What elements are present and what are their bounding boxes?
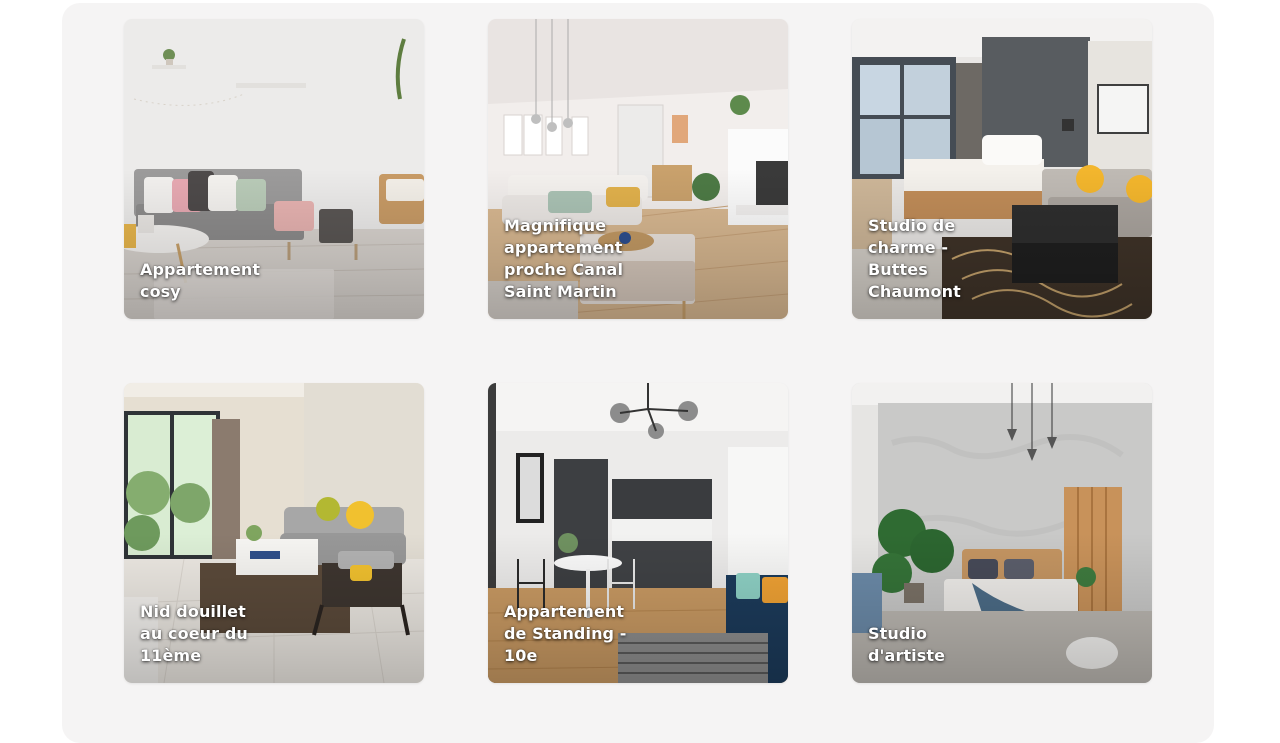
listing-title: Magnifique appartement proche Canal Sain… [504,216,624,301]
listing-title: Studio de charme - Buttes Chaumont [868,216,961,301]
listing-card-2[interactable]: Magnifique appartement proche Canal Sain… [488,19,788,319]
listing-card-6[interactable]: Studio d'artiste [852,383,1152,683]
listing-title: Appartement de Standing - 10e [504,602,627,665]
listings-grid: Appartement cosy Magnifique appartement … [124,19,1152,683]
listing-title: Studio d'artiste [868,624,946,665]
listing-card-4[interactable]: Nid douillet au coeur du 11ème [124,383,424,683]
listing-card-3[interactable]: Studio de charme - Buttes Chaumont [852,19,1152,319]
listing-title: Appartement cosy [140,260,261,301]
listing-title: Nid douillet au coeur du 11ème [140,602,248,665]
listing-card-5[interactable]: Appartement de Standing - 10e [488,383,788,683]
listing-card-1[interactable]: Appartement cosy [124,19,424,319]
